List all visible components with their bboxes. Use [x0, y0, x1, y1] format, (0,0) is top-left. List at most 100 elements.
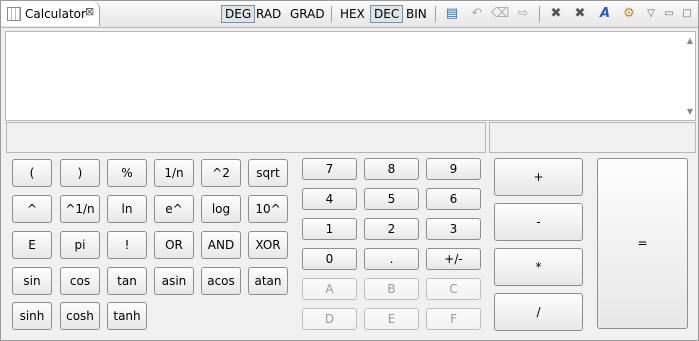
key-asin[interactable]: asin: [154, 267, 194, 295]
key-7[interactable]: 7: [302, 158, 357, 180]
key-log[interactable]: log: [201, 195, 241, 223]
key-equals[interactable]: =: [597, 158, 688, 329]
key-divide[interactable]: /: [494, 293, 583, 331]
key-label: 3: [449, 222, 458, 236]
minimize-icon[interactable]: ▭: [660, 5, 678, 23]
close-tab-icon[interactable]: ⊠: [85, 5, 94, 18]
key-factorial[interactable]: !: [107, 231, 147, 259]
clear-icon[interactable]: ⌫: [491, 5, 509, 23]
angle-mode-grad[interactable]: GRAD: [287, 5, 328, 23]
key-label: F: [450, 312, 457, 326]
key-9[interactable]: 9: [426, 158, 481, 180]
key-label: E: [28, 238, 36, 252]
key-acos[interactable]: acos: [201, 267, 241, 295]
key-square[interactable]: ^2: [201, 159, 241, 187]
key-label: ln: [121, 202, 133, 216]
key-4[interactable]: 4: [302, 188, 357, 210]
key-label: *: [535, 260, 542, 274]
key-e[interactable]: E: [12, 231, 52, 259]
toolbar-separator: [539, 6, 540, 22]
maximize-icon[interactable]: □: [678, 5, 696, 23]
key-label: /: [536, 305, 541, 319]
key-label: 6: [449, 192, 458, 206]
export-icon[interactable]: ⇨: [514, 5, 532, 23]
key-label: ^: [26, 202, 38, 216]
calculator-window: Calculator ⊠ DEG RAD GRAD HEX DEC BIN ▤ …: [0, 0, 699, 341]
angle-mode-rad[interactable]: RAD: [253, 5, 284, 23]
key-3[interactable]: 3: [426, 218, 481, 240]
settings-icon[interactable]: ⚙: [620, 5, 638, 23]
memory-icon[interactable]: ▤: [443, 5, 461, 23]
result-field: [6, 122, 486, 153]
key-pow10[interactable]: 10^: [248, 195, 288, 223]
key-d: D: [302, 308, 357, 330]
key-cos[interactable]: cos: [60, 267, 100, 295]
key-reciprocal[interactable]: 1/n: [154, 159, 194, 187]
key-0[interactable]: 0: [302, 248, 357, 270]
key-atan[interactable]: atan: [248, 267, 288, 295]
key-label: tanh: [113, 309, 141, 323]
key-decimal-point[interactable]: .: [364, 248, 419, 270]
memory-field: [489, 122, 696, 153]
key-open-paren[interactable]: (: [12, 159, 52, 187]
display-scrollbar[interactable]: ▲ ▼: [681, 32, 695, 120]
key-label: 1: [325, 222, 334, 236]
key-1[interactable]: 1: [302, 218, 357, 240]
delete-all-icon[interactable]: ✖: [571, 5, 589, 23]
key-label: XOR: [255, 238, 281, 252]
expression-display[interactable]: ▲ ▼: [5, 31, 696, 121]
key-label: C: [449, 282, 458, 296]
key-e: E: [364, 308, 419, 330]
key-exp[interactable]: e^: [154, 195, 194, 223]
key-sin[interactable]: sin: [12, 267, 52, 295]
key-or[interactable]: OR: [154, 231, 194, 259]
key-label: ^1/n: [65, 202, 95, 216]
key-close-paren[interactable]: ): [60, 159, 100, 187]
key-5[interactable]: 5: [364, 188, 419, 210]
key-percent[interactable]: %: [107, 159, 147, 187]
key-label: E: [387, 312, 396, 326]
key-label: cos: [69, 274, 91, 288]
key-label: sinh: [19, 309, 45, 323]
key-pi[interactable]: pi: [60, 231, 100, 259]
key-6[interactable]: 6: [426, 188, 481, 210]
key-c: C: [426, 278, 481, 300]
key-label: (: [29, 166, 35, 180]
key-8[interactable]: 8: [364, 158, 419, 180]
font-icon[interactable]: A: [596, 5, 614, 23]
scroll-up-icon[interactable]: ▲: [687, 36, 693, 45]
view-menu-icon[interactable]: ▽: [642, 5, 660, 23]
key-power[interactable]: ^: [12, 195, 52, 223]
key-multiply[interactable]: *: [494, 248, 583, 286]
key-minus[interactable]: -: [494, 203, 583, 241]
key-label: cosh: [66, 309, 94, 323]
base-dec[interactable]: DEC: [370, 5, 404, 23]
key-tan[interactable]: tan: [107, 267, 147, 295]
key-and[interactable]: AND: [201, 231, 241, 259]
base-hex[interactable]: HEX: [337, 5, 368, 23]
undo-icon[interactable]: ↶: [468, 5, 486, 23]
key-label: =: [637, 236, 648, 250]
scroll-down-icon[interactable]: ▼: [687, 107, 693, 116]
key-cosh[interactable]: cosh: [60, 302, 100, 330]
key-label: 1/n: [164, 166, 184, 180]
angle-mode-deg[interactable]: DEG: [221, 5, 256, 23]
key-negate[interactable]: +/-: [426, 248, 481, 270]
base-bin[interactable]: BIN: [403, 5, 430, 23]
key-nth-root[interactable]: ^1/n: [60, 195, 100, 223]
key-label: sin: [23, 274, 41, 288]
toolbar-separator: [331, 6, 332, 22]
key-ln[interactable]: ln: [107, 195, 147, 223]
key-a: A: [302, 278, 357, 300]
key-tanh[interactable]: tanh: [107, 302, 147, 330]
key-sqrt[interactable]: sqrt: [248, 159, 288, 187]
delete-icon[interactable]: ✖: [547, 5, 565, 23]
key-label: ^2: [212, 166, 230, 180]
toolbar-separator: [435, 6, 436, 22]
key-2[interactable]: 2: [364, 218, 419, 240]
key-xor[interactable]: XOR: [248, 231, 288, 259]
key-label: pi: [74, 238, 86, 252]
key-sinh[interactable]: sinh: [12, 302, 52, 330]
view-tab-calculator[interactable]: Calculator ⊠: [1, 1, 100, 26]
key-plus[interactable]: +: [494, 158, 583, 196]
